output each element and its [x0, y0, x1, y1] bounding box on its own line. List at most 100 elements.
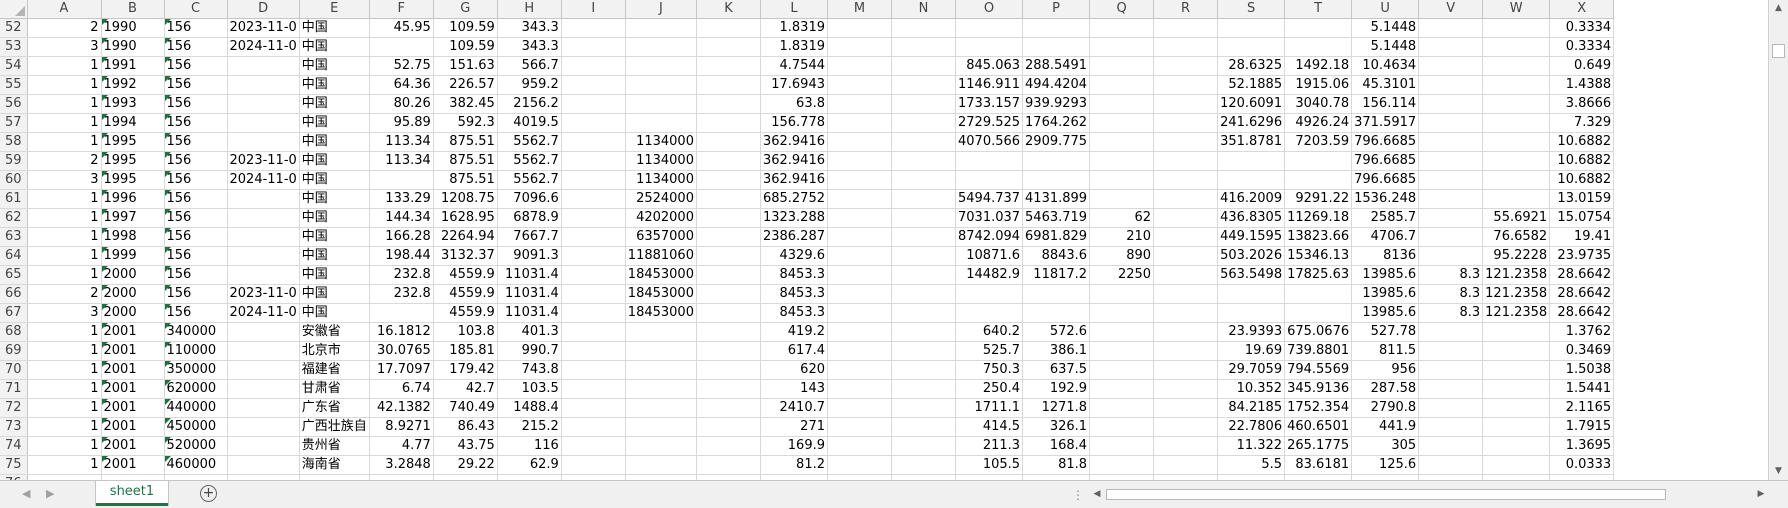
cell[interactable]	[827, 227, 892, 247]
row-header[interactable]: 61	[0, 189, 28, 209]
cell[interactable]: 1488.4	[497, 398, 562, 418]
cell[interactable]	[1418, 436, 1484, 456]
cell[interactable]	[1217, 37, 1286, 57]
cell[interactable]	[1089, 436, 1155, 456]
cell[interactable]: 241.6296	[1217, 113, 1286, 133]
cell[interactable]	[827, 265, 892, 285]
cell[interactable]	[1284, 170, 1353, 190]
cell[interactable]	[696, 18, 761, 38]
cell[interactable]	[227, 208, 300, 228]
cell[interactable]: 2.1165	[1549, 398, 1615, 418]
cell[interactable]: 15346.13	[1284, 246, 1353, 266]
cell[interactable]	[696, 265, 761, 285]
cell[interactable]: 156.778	[760, 113, 829, 133]
cell[interactable]	[827, 436, 892, 456]
cell[interactable]	[955, 170, 1024, 190]
cell[interactable]: 1.8319	[760, 37, 829, 57]
row-header[interactable]: 60	[0, 170, 28, 190]
cell[interactable]: 5494.737	[955, 189, 1024, 209]
cell[interactable]	[369, 37, 434, 57]
cell[interactable]: 3	[27, 170, 102, 190]
cell[interactable]: 1991	[101, 56, 165, 76]
cell[interactable]: 9291.22	[1284, 189, 1353, 209]
cell[interactable]: 63.8	[760, 94, 829, 114]
cell[interactable]	[625, 379, 697, 399]
cell[interactable]: 81.2	[760, 455, 829, 475]
cell[interactable]	[1153, 75, 1219, 95]
cell[interactable]	[827, 455, 892, 475]
cell[interactable]: 5.1448	[1351, 37, 1420, 57]
cell[interactable]: 1	[27, 56, 102, 76]
row-header[interactable]: 52	[0, 18, 28, 38]
cell[interactable]	[227, 227, 300, 247]
cell[interactable]	[891, 322, 956, 342]
cell[interactable]: 617.4	[760, 341, 829, 361]
row-header[interactable]: 56	[0, 94, 28, 114]
cell[interactable]: 959.2	[497, 75, 562, 95]
cell[interactable]: 2001	[101, 417, 165, 437]
cell[interactable]	[1022, 18, 1091, 38]
cell[interactable]: 110000	[164, 341, 228, 361]
row-header[interactable]: 73	[0, 417, 28, 437]
column-header[interactable]: F	[369, 0, 434, 19]
cell[interactable]: 156	[164, 56, 228, 76]
cell[interactable]: 16.1812	[369, 322, 434, 342]
cell[interactable]: 156	[164, 75, 228, 95]
cell[interactable]: 1208.75	[433, 189, 498, 209]
cell[interactable]: 8.3	[1418, 284, 1484, 304]
cell[interactable]: 156	[164, 227, 228, 247]
cell[interactable]: 1994	[101, 113, 165, 133]
cell[interactable]: 4.77	[369, 436, 434, 456]
cell[interactable]	[1482, 455, 1551, 475]
cell[interactable]: 637.5	[1022, 360, 1091, 380]
cell[interactable]: 450000	[164, 417, 228, 437]
cell[interactable]: 503.2026	[1217, 246, 1286, 266]
cell[interactable]: 620000	[164, 379, 228, 399]
cell[interactable]: 19.41	[1549, 227, 1615, 247]
cell[interactable]	[561, 322, 626, 342]
cell[interactable]: 4559.9	[433, 303, 498, 323]
cell[interactable]: 1.3762	[1549, 322, 1615, 342]
cell[interactable]	[1418, 208, 1484, 228]
cell[interactable]: 7203.59	[1284, 132, 1353, 152]
row-header[interactable]: 72	[0, 398, 28, 418]
cell[interactable]: 1	[27, 132, 102, 152]
cell[interactable]	[1284, 284, 1353, 304]
cell[interactable]	[1418, 398, 1484, 418]
cell[interactable]: 169.9	[760, 436, 829, 456]
cell[interactable]: 796.6685	[1351, 132, 1420, 152]
cell[interactable]: 875.51	[433, 132, 498, 152]
cell[interactable]: 中国	[299, 56, 370, 76]
tab-splitter-handle[interactable]: ⋮	[1072, 488, 1084, 502]
cell[interactable]: 1.5441	[1549, 379, 1615, 399]
cell[interactable]	[227, 379, 300, 399]
cell[interactable]: 156	[164, 151, 228, 171]
cell[interactable]	[1153, 379, 1219, 399]
cell[interactable]: 351.8781	[1217, 132, 1286, 152]
cell[interactable]: 中国	[299, 75, 370, 95]
cell[interactable]: 362.9416	[760, 151, 829, 171]
cell[interactable]	[561, 94, 626, 114]
cell[interactable]	[891, 170, 956, 190]
cell[interactable]: 18453000	[625, 284, 697, 304]
cell[interactable]: 1536.248	[1351, 189, 1420, 209]
cell[interactable]: 1.3695	[1549, 436, 1615, 456]
cell[interactable]: 1	[27, 360, 102, 380]
cell[interactable]	[891, 132, 956, 152]
cell[interactable]	[1482, 322, 1551, 342]
column-header[interactable]: X	[1549, 0, 1615, 19]
cell[interactable]: 4.7544	[760, 56, 829, 76]
cell[interactable]	[696, 398, 761, 418]
cell[interactable]: 2250	[1089, 265, 1155, 285]
cell[interactable]	[1022, 303, 1091, 323]
cell[interactable]	[1153, 360, 1219, 380]
cell[interactable]: 416.2009	[1217, 189, 1286, 209]
cell[interactable]: 1752.354	[1284, 398, 1353, 418]
cell[interactable]	[1418, 227, 1484, 247]
cell[interactable]	[1089, 170, 1155, 190]
cell[interactable]	[561, 265, 626, 285]
cell[interactable]: 2729.525	[955, 113, 1024, 133]
cell[interactable]	[561, 360, 626, 380]
cell[interactable]	[561, 189, 626, 209]
cell[interactable]: 125.6	[1351, 455, 1420, 475]
